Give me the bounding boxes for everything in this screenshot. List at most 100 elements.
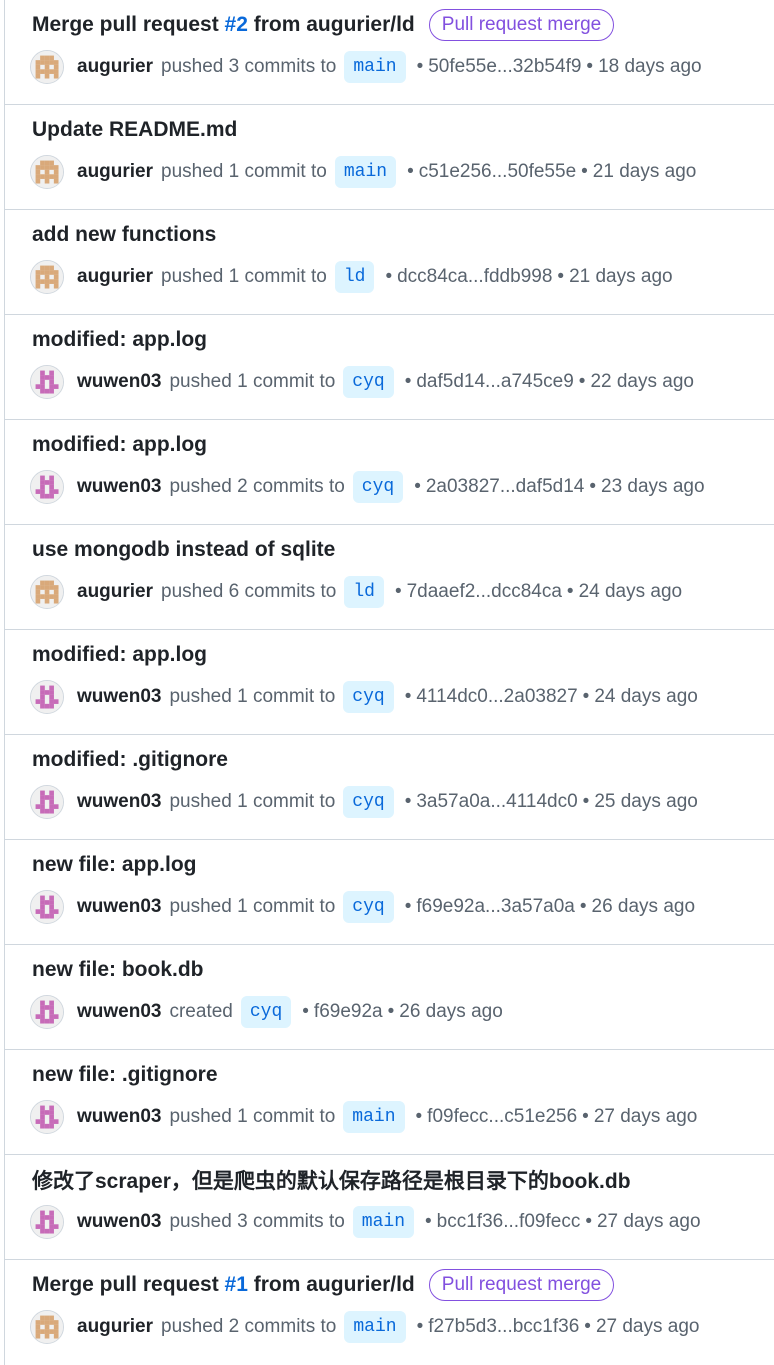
commit-range-link[interactable]: 4114dc0...2a03827	[416, 686, 577, 708]
commit-range-link[interactable]: f69e92a...3a57a0a	[416, 896, 575, 918]
avatar-icon[interactable]	[30, 365, 64, 399]
commit-range-link[interactable]: 2a03827...daf5d14	[426, 476, 585, 498]
commit-range-link[interactable]: dcc84ca...fddb998	[397, 266, 552, 288]
avatar-icon[interactable]	[30, 50, 64, 84]
commit-link[interactable]: f69e92a	[314, 1001, 383, 1023]
actor-link[interactable]: augurier	[77, 581, 153, 603]
actor-link[interactable]: augurier	[77, 266, 153, 288]
avatar-icon[interactable]	[30, 890, 64, 924]
separator: •	[385, 266, 393, 287]
pull-request-merge-label: Pull request merge	[428, 9, 615, 41]
branch-link[interactable]: main	[334, 156, 397, 188]
avatar-icon[interactable]	[30, 575, 64, 609]
activity-meta: wuwen03 pushed 1 commit to cyq • f69e92a…	[30, 890, 695, 924]
activity-meta: wuwen03 pushed 1 commit to cyq • 3a57a0a…	[30, 785, 698, 819]
activity-row: 修改了scraper，但是爬虫的默认保存路径是根目录下的book.db wuwe…	[5, 1155, 774, 1260]
actor-link[interactable]: augurier	[77, 1316, 153, 1338]
activity-title[interactable]: Update README.md	[32, 118, 237, 142]
branch-link[interactable]: cyq	[343, 786, 394, 818]
branch-link[interactable]: ld	[344, 576, 384, 608]
identicon-svg	[31, 786, 63, 818]
activity-title[interactable]: Merge pull request #2 from augurier/ld	[32, 13, 415, 37]
branch-link[interactable]: cyq	[352, 471, 404, 503]
commit-range-link[interactable]: bcc1f36...f09fecc	[437, 1211, 581, 1233]
commit-range-link[interactable]: c51e256...50fe55e	[419, 161, 576, 183]
avatar-icon[interactable]	[30, 1310, 64, 1344]
separator: •	[582, 791, 590, 812]
branch-link[interactable]: cyq	[240, 996, 292, 1028]
branch-link[interactable]: main	[344, 1311, 406, 1343]
activity-title[interactable]: new file: .gitignore	[32, 1063, 218, 1087]
pull-request-link[interactable]: #1	[225, 1273, 248, 1296]
activity-meta: augurier pushed 1 commit to main • c51e2…	[30, 155, 696, 189]
activity-title[interactable]: modified: app.log	[32, 328, 207, 352]
separator: •	[404, 371, 412, 392]
actor-link[interactable]: augurier	[77, 56, 153, 78]
relative-time: 24 days ago	[594, 686, 698, 707]
activity-feed: Merge pull request #2 from augurier/ld P…	[4, 0, 774, 1365]
branch-link[interactable]: cyq	[343, 366, 394, 398]
separator: •	[407, 161, 414, 182]
actor-link[interactable]: wuwen03	[77, 371, 161, 393]
actor-link[interactable]: wuwen03	[77, 1106, 161, 1128]
activity-title[interactable]: add new functions	[32, 223, 216, 247]
activity-title-line: new file: book.db	[32, 953, 204, 987]
avatar-icon[interactable]	[30, 260, 64, 294]
relative-time: 23 days ago	[601, 476, 705, 497]
avatar-icon[interactable]	[30, 680, 64, 714]
branch-link[interactable]: cyq	[343, 681, 394, 713]
activity-title[interactable]: modified: .gitignore	[32, 748, 228, 772]
title-prefix: Merge pull request	[32, 13, 225, 36]
activity-title[interactable]: 修改了scraper，但是爬虫的默认保存路径是根目录下的book.db	[32, 1165, 631, 1195]
identicon-svg	[31, 261, 63, 293]
activity-title-line: modified: app.log	[32, 323, 207, 357]
activity-title[interactable]: new file: app.log	[32, 853, 197, 877]
separator: •	[578, 371, 586, 392]
separator: •	[425, 1211, 432, 1232]
actor-link[interactable]: wuwen03	[77, 896, 161, 918]
branch-link[interactable]: main	[352, 1206, 415, 1238]
activity-title[interactable]: Merge pull request #1 from augurier/ld	[32, 1273, 415, 1297]
activity-title[interactable]: modified: app.log	[32, 433, 207, 457]
activity-title[interactable]: new file: book.db	[32, 958, 204, 982]
avatar-icon[interactable]	[30, 155, 64, 189]
action-text: pushed 1 commit to	[169, 371, 336, 392]
activity-title[interactable]: use mongodb instead of sqlite	[32, 538, 335, 562]
activity-meta: wuwen03 pushed 2 commits to cyq • 2a0382…	[30, 470, 705, 504]
commit-range-link[interactable]: f09fecc...c51e256	[427, 1106, 577, 1128]
actor-link[interactable]: wuwen03	[77, 1211, 161, 1233]
pull-request-link[interactable]: #2	[225, 13, 248, 36]
avatar-icon[interactable]	[30, 785, 64, 819]
relative-time: 24 days ago	[578, 581, 683, 602]
actor-link[interactable]: wuwen03	[77, 791, 161, 813]
identicon-svg	[31, 471, 63, 503]
commit-range-link[interactable]: daf5d14...a745ce9	[416, 371, 573, 393]
separator: •	[579, 896, 587, 917]
actor-link[interactable]: wuwen03	[77, 1001, 161, 1023]
branch-link[interactable]: main	[344, 51, 406, 83]
actor-link[interactable]: wuwen03	[77, 476, 161, 498]
commit-range-link[interactable]: 50fe55e...32b54f9	[428, 56, 581, 78]
branch-link[interactable]: main	[343, 1101, 405, 1133]
identicon-svg	[31, 366, 63, 398]
actor-link[interactable]: augurier	[77, 161, 153, 183]
avatar-icon[interactable]	[30, 1100, 64, 1134]
avatar-icon[interactable]	[30, 470, 64, 504]
relative-time: 27 days ago	[595, 1316, 700, 1337]
commit-range-link[interactable]: 7daaef2...dcc84ca	[407, 581, 562, 603]
avatar-icon[interactable]	[30, 995, 64, 1029]
title-prefix: Merge pull request	[32, 1273, 225, 1296]
activity-title-line: use mongodb instead of sqlite	[32, 533, 335, 567]
action-text: pushed 1 commit to	[169, 1106, 336, 1127]
branch-link[interactable]: ld	[334, 261, 375, 293]
actor-link[interactable]: wuwen03	[77, 686, 161, 708]
separator: •	[582, 1106, 589, 1127]
commit-range-link[interactable]: 3a57a0a...4114dc0	[416, 791, 577, 813]
avatar-icon[interactable]	[30, 1205, 64, 1239]
branch-link[interactable]: cyq	[343, 891, 394, 923]
separator: •	[581, 161, 588, 182]
activity-title[interactable]: modified: app.log	[32, 643, 207, 667]
activity-meta: wuwen03 created cyq • f69e92a • 26 days …	[30, 995, 503, 1029]
commit-range-link[interactable]: f27b5d3...bcc1f36	[428, 1316, 579, 1338]
relative-time: 26 days ago	[399, 1001, 503, 1022]
